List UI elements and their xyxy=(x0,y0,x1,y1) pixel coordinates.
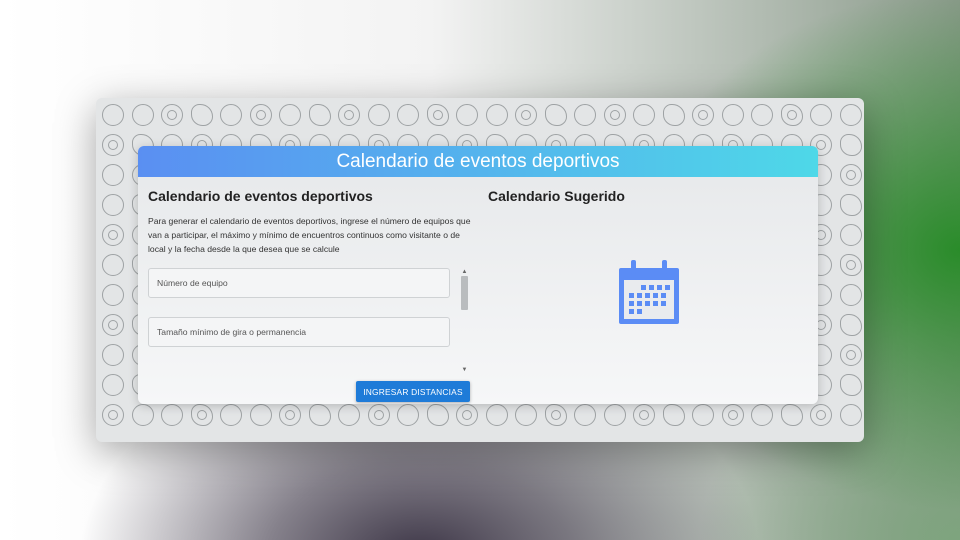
scroll-thumb[interactable] xyxy=(461,276,468,310)
min-tour-size-placeholder: Tamaño mínimo de gira o permanencia xyxy=(157,327,307,337)
form-scrollbar[interactable]: ▲ ▼ xyxy=(460,268,469,374)
calendar-icon xyxy=(619,260,679,324)
app-window: Calendario de eventos deportivos Calenda… xyxy=(96,98,864,442)
page-title: Calendario de eventos deportivos xyxy=(138,146,818,177)
scroll-down-arrow-icon[interactable]: ▼ xyxy=(460,366,469,374)
form-scroll-area[interactable]: Número de equipo Tamaño mínimo de gira o… xyxy=(148,268,472,374)
form-section-title: Calendario de eventos deportivos xyxy=(148,188,373,204)
team-count-input[interactable]: Número de equipo xyxy=(148,268,450,298)
form-panel: Calendario de eventos deportivos Para ge… xyxy=(148,188,472,374)
main-card: Calendario de eventos deportivos Calenda… xyxy=(138,146,818,404)
calendar-section-title: Calendario Sugerido xyxy=(488,188,625,204)
team-count-placeholder: Número de equipo xyxy=(157,278,228,288)
min-tour-size-input[interactable]: Tamaño mínimo de gira o permanencia xyxy=(148,317,450,347)
suggested-calendar-panel: Calendario Sugerido xyxy=(488,188,808,388)
form-description: Para generar el calendario de eventos de… xyxy=(148,216,471,254)
scroll-up-arrow-icon[interactable]: ▲ xyxy=(460,268,469,276)
submit-distances-button[interactable]: INGRESAR DISTANCIAS xyxy=(356,381,470,402)
